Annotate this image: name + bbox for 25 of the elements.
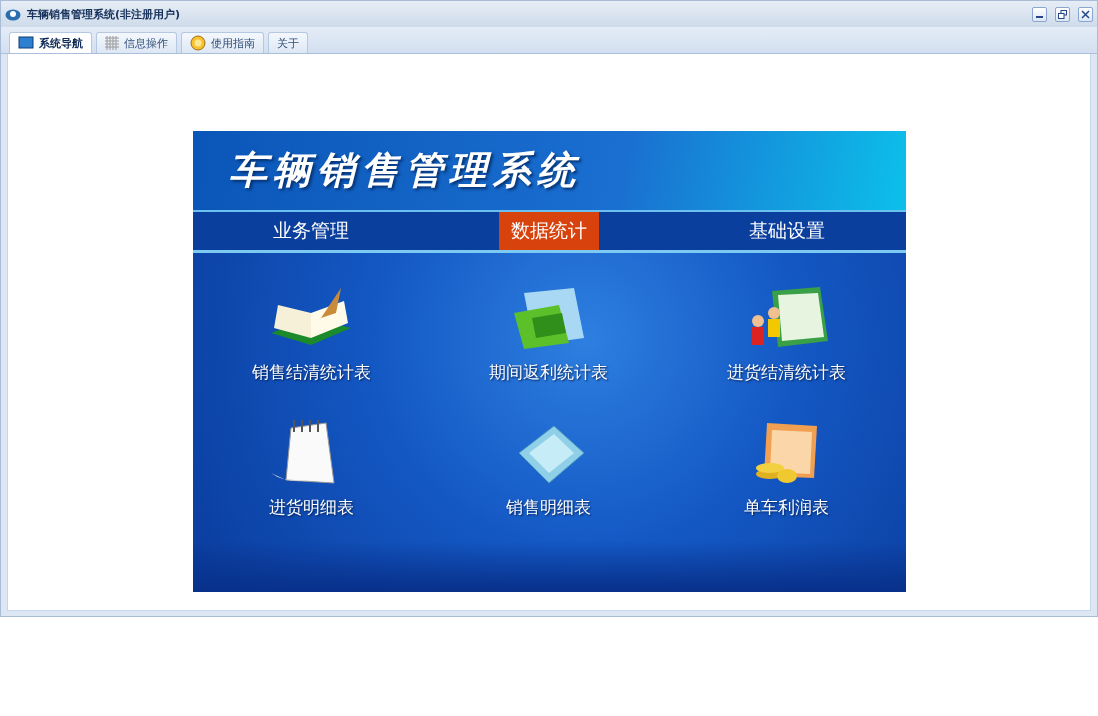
app-logo-icon [5,7,21,21]
report-link[interactable]: 进货结清统计表 [727,283,847,384]
window-title: 车辆销售管理系统(非注册用户) [27,6,182,22]
close-icon [1081,9,1090,19]
report-link[interactable]: 单车利润表 [741,417,832,519]
tab[interactable]: 信息操作 [96,32,177,53]
restore-icon [1058,9,1067,19]
minimize-button[interactable] [1032,6,1047,22]
close-button[interactable] [1078,6,1093,22]
restore-button[interactable] [1055,6,1070,22]
banner-title: 车辆销售管理系统 [228,147,581,194]
report-link[interactable]: 进货明细表 [266,417,357,519]
report-link[interactable]: 销售明细表 [504,417,594,519]
tab[interactable]: 使用指南 [181,32,264,53]
report-link[interactable]: 期间返利统计表 [489,283,609,384]
grid-icon [105,36,119,50]
nav-item[interactable]: 业务管理 [261,212,362,250]
tab[interactable]: 系统导航 [9,32,92,53]
monitor-icon [18,36,34,50]
minimize-icon [1036,15,1043,18]
nav-item[interactable]: 数据统计 [499,212,599,250]
help-icon [190,35,206,51]
nav-item[interactable]: 基础设置 [736,212,837,250]
tab[interactable]: 关于 [268,32,308,53]
report-link[interactable]: 销售结清统计表 [251,283,371,384]
